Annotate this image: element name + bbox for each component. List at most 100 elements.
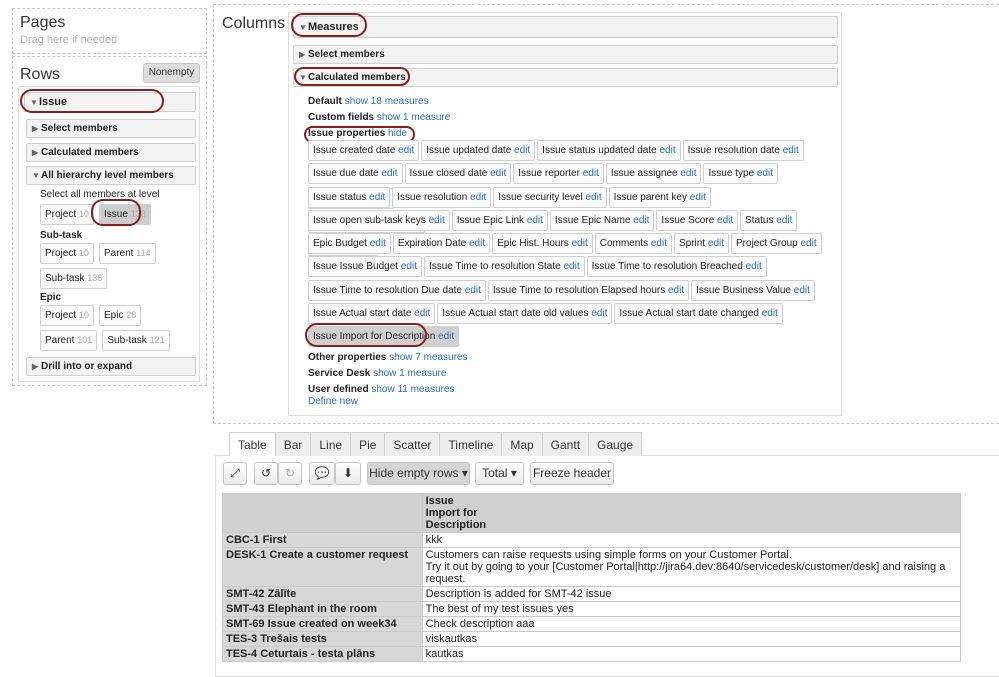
row-header[interactable]: SMT-43 Elephant in the room bbox=[222, 601, 423, 617]
property-chip[interactable]: Issue parent key edit bbox=[608, 186, 711, 208]
property-chip[interactable]: Expiration Date edit bbox=[392, 233, 491, 255]
property-edit-link[interactable]: edit bbox=[438, 331, 454, 342]
property-chip[interactable]: Issue Actual start date changed edit bbox=[614, 303, 783, 325]
rows-select-members[interactable]: ▶ Select members bbox=[26, 119, 196, 138]
column-header-issue-import[interactable]: Issue Import for Description bbox=[421, 493, 962, 533]
property-chip[interactable]: Issue resolution edit bbox=[392, 186, 492, 208]
property-edit-link[interactable]: edit bbox=[583, 168, 599, 179]
total-button[interactable]: Total ▾ bbox=[475, 462, 524, 485]
property-edit-link[interactable]: edit bbox=[668, 285, 684, 296]
property-chip[interactable]: Issue Epic Link edit bbox=[451, 209, 548, 231]
user-defined-link[interactable]: show 11 measures bbox=[371, 384, 454, 395]
property-edit-link[interactable]: edit bbox=[801, 238, 817, 249]
property-chip[interactable]: Issue updated date edit bbox=[421, 140, 536, 161]
property-edit-link[interactable]: edit bbox=[633, 215, 649, 226]
property-edit-link[interactable]: edit bbox=[794, 285, 810, 296]
property-edit-link[interactable]: edit bbox=[370, 238, 386, 249]
property-edit-link[interactable]: edit bbox=[429, 215, 445, 226]
epic-chip-subtask[interactable]: Sub-task 121 bbox=[102, 330, 170, 351]
property-edit-link[interactable]: edit bbox=[717, 215, 733, 226]
tab-timeline[interactable]: Timeline bbox=[439, 432, 503, 456]
tab-gantt[interactable]: Gantt bbox=[541, 432, 590, 456]
property-edit-link[interactable]: edit bbox=[690, 192, 706, 203]
property-chip[interactable]: Epic Budget edit bbox=[308, 233, 391, 255]
property-chip[interactable]: Project Group edit bbox=[731, 233, 822, 255]
redo-button[interactable]: ↻ bbox=[278, 462, 302, 485]
property-edit-link[interactable]: edit bbox=[414, 308, 430, 319]
property-edit-link[interactable]: edit bbox=[514, 145, 530, 156]
property-chip[interactable]: Issue resolution date edit bbox=[682, 140, 804, 161]
property-edit-link[interactable]: edit bbox=[585, 192, 601, 203]
property-chip[interactable]: Issue status edit bbox=[308, 186, 391, 208]
property-chip[interactable]: Issue due date edit bbox=[308, 163, 403, 185]
row-header[interactable]: DESK-1 Create a customer request bbox=[222, 547, 423, 587]
level-chip-project[interactable]: Project 10 bbox=[40, 204, 94, 225]
property-chip[interactable]: Issue Time to resolution Due date edit bbox=[308, 279, 486, 301]
property-chip[interactable]: Status edit bbox=[740, 209, 798, 231]
undo-button[interactable]: ↺ bbox=[254, 462, 278, 485]
property-chip[interactable]: Issue status updated date edit bbox=[537, 140, 681, 161]
tab-bar[interactable]: Bar bbox=[274, 432, 312, 456]
epic-chip-epic[interactable]: Epic 28 bbox=[98, 305, 142, 326]
comment-button[interactable]: 💬 bbox=[309, 462, 335, 485]
rows-calculated-members[interactable]: ▶ Calculated members bbox=[26, 143, 196, 162]
property-edit-link[interactable]: edit bbox=[746, 261, 762, 272]
other-link[interactable]: show 7 measures bbox=[389, 352, 467, 363]
epic-chip-project[interactable]: Project 10 bbox=[40, 305, 94, 326]
property-chip[interactable]: Issue Time to resolution Elapsed hours e… bbox=[487, 279, 690, 301]
rows-drill[interactable]: ▶ Drill into or expand bbox=[26, 357, 196, 376]
hide-empty-rows-button[interactable]: Hide empty rows ▾ bbox=[367, 462, 470, 485]
property-edit-link[interactable]: edit bbox=[563, 261, 579, 272]
property-chip[interactable]: Issue Time to resolution Breached edit bbox=[586, 256, 767, 278]
property-chip[interactable]: Issue Score edit bbox=[656, 209, 739, 231]
tab-table[interactable]: Table bbox=[229, 432, 276, 456]
property-chip[interactable]: Comments edit bbox=[594, 233, 672, 255]
tab-map[interactable]: Map bbox=[501, 432, 543, 456]
property-chip[interactable]: Sprint edit bbox=[673, 233, 730, 255]
property-edit-link[interactable]: edit bbox=[762, 308, 778, 319]
epic-chip-parent[interactable]: Parent 101 bbox=[40, 330, 98, 351]
row-header[interactable]: SMT-69 Issue created on week34 bbox=[222, 616, 423, 632]
subtask-chip-subtask[interactable]: Sub-task 136 bbox=[40, 268, 108, 289]
property-chip[interactable]: Issue security level edit bbox=[493, 186, 607, 208]
property-edit-link[interactable]: edit bbox=[572, 238, 588, 249]
property-edit-link[interactable]: edit bbox=[680, 168, 696, 179]
property-chip[interactable]: Issue open sub-task keys edit bbox=[308, 209, 450, 231]
property-edit-link[interactable]: edit bbox=[591, 308, 607, 319]
property-edit-link[interactable]: edit bbox=[401, 261, 417, 272]
property-edit-link[interactable]: edit bbox=[490, 168, 506, 179]
property-edit-link[interactable]: edit bbox=[398, 145, 414, 156]
subtask-chip-parent[interactable]: Parent 114 bbox=[98, 243, 156, 264]
tab-scatter[interactable]: Scatter bbox=[384, 432, 441, 456]
property-edit-link[interactable]: edit bbox=[470, 192, 486, 203]
row-header[interactable]: TES-3 Trešais tests bbox=[222, 631, 423, 647]
property-chip[interactable]: Issue Actual start date old values edit bbox=[437, 303, 613, 325]
property-chip[interactable]: Issue Actual start date edit bbox=[308, 303, 436, 325]
property-edit-link[interactable]: edit bbox=[708, 238, 724, 249]
property-edit-link[interactable]: edit bbox=[757, 168, 773, 179]
row-header[interactable]: SMT-42 Zālīte bbox=[222, 586, 423, 602]
service-desk-link[interactable]: show 1 measure bbox=[373, 368, 446, 379]
pages-dropzone[interactable]: Pages Drag here if needed bbox=[12, 8, 207, 54]
property-chip[interactable]: Issue Epic Name edit bbox=[549, 209, 655, 231]
default-link[interactable]: show 18 measures bbox=[345, 96, 429, 107]
tab-gauge[interactable]: Gauge bbox=[588, 432, 643, 456]
define-new-link[interactable]: Define new bbox=[308, 396, 358, 407]
freeze-header-button[interactable]: Freeze header bbox=[530, 462, 614, 485]
property-chip[interactable]: Issue Time to resolution State edit bbox=[423, 256, 585, 278]
property-edit-link[interactable]: edit bbox=[527, 215, 543, 226]
measures-header[interactable]: ▼ Measures bbox=[293, 16, 838, 38]
property-edit-link[interactable]: edit bbox=[469, 238, 485, 249]
property-chip[interactable]: Issue closed date edit bbox=[404, 163, 512, 185]
custom-link[interactable]: show 1 measure bbox=[377, 112, 450, 123]
property-edit-link[interactable]: edit bbox=[783, 145, 799, 156]
row-header[interactable]: CBC-1 First bbox=[222, 532, 423, 548]
row-header[interactable]: TES-4 Ceturtais - testa plāns bbox=[222, 646, 423, 662]
tab-pie[interactable]: Pie bbox=[350, 432, 386, 456]
property-chip[interactable]: Epic Hist. Hours edit bbox=[492, 233, 593, 255]
property-edit-link[interactable]: edit bbox=[369, 192, 385, 203]
property-edit-link[interactable]: edit bbox=[465, 285, 481, 296]
property-edit-link[interactable]: edit bbox=[381, 168, 397, 179]
rows-all-levels[interactable]: ▼ All hierarchy level members bbox=[26, 166, 196, 185]
property-chip[interactable]: Issue reporter edit bbox=[513, 163, 604, 185]
